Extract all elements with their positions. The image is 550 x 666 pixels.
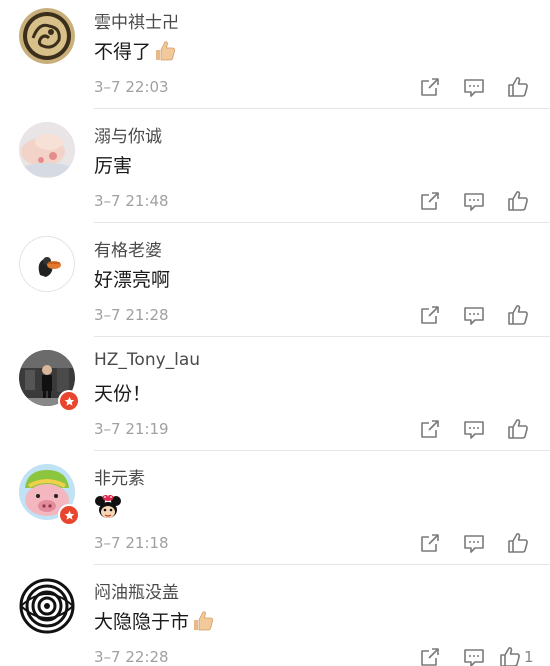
avatar[interactable] [19,236,75,292]
thumbs-up-icon [508,419,528,439]
commenter-name[interactable]: 闷油瓶没盖 [94,578,179,603]
comment-button[interactable] [462,303,486,327]
minnie-mouse-sticker-icon [95,494,121,518]
commenter-name[interactable]: 有格老婆 [94,236,162,261]
commenter-name[interactable]: 雲中祺士卍 [94,8,179,33]
comment-button[interactable] [462,531,486,555]
share-icon [421,192,439,210]
share-icon [421,420,439,438]
share-button[interactable] [418,531,442,555]
verified-badge [58,390,80,412]
thumbs-up-icon [508,305,528,325]
comment-time: 3–7 21:28 [94,306,169,324]
like-button[interactable] [506,531,530,555]
comment-text-value: 天份！ [94,383,152,405]
comment-button[interactable] [462,645,486,666]
comment-button[interactable] [462,75,486,99]
share-icon [421,648,439,666]
comment-text-value: 不得了 [94,41,152,63]
share-icon [421,534,439,552]
like-button[interactable] [506,303,530,327]
comment-text-value: 好漂亮啊 [94,269,171,291]
comment-item: 溺与你诚 厉害 3–7 21:48 [0,114,550,228]
share-button[interactable] [418,417,442,441]
comment-text: 天份！ [94,379,151,406]
like-button[interactable] [506,417,530,441]
comment-time: 3–7 21:19 [94,420,169,438]
share-icon [421,78,439,96]
avatar[interactable] [19,8,75,64]
comment-item: 雲中祺士卍 不得了 3–7 22:03 [0,0,550,114]
avatar[interactable] [19,122,75,178]
commenter-name[interactable]: 非元素 [94,464,145,489]
star-icon [64,396,74,406]
comment-icon [464,649,484,666]
share-icon [421,306,439,324]
divider [94,222,550,223]
comment-text [94,493,122,521]
share-button[interactable] [418,189,442,213]
like-button[interactable] [506,189,530,213]
comment-item: 闷油瓶没盖 大隐隐于市 3–7 22:28 1 [0,570,550,666]
thumbs-up-icon [508,77,528,97]
like-button[interactable] [498,645,522,666]
share-button[interactable] [418,645,442,666]
share-button[interactable] [418,75,442,99]
comment-text: 厉害 [94,151,132,178]
comment-icon [464,535,484,553]
comment-text: 大隐隐于市 [94,607,215,634]
share-button[interactable] [418,303,442,327]
like-count: 1 [524,648,534,666]
comment-text: 好漂亮啊 [94,265,170,292]
like-button[interactable] [506,75,530,99]
comment-button[interactable] [462,189,486,213]
comment-time: 3–7 21:48 [94,192,169,210]
divider [94,564,550,565]
divider [94,450,550,451]
comment-text-value: 厉害 [94,155,133,177]
thumbs-up-emoji-icon [194,610,214,630]
comment-button[interactable] [462,417,486,441]
avatar[interactable] [19,578,75,634]
commenter-name[interactable]: HZ_Tony_lau [94,350,200,370]
comment-text-value: 大隐隐于市 [94,611,190,633]
comment-time: 3–7 22:03 [94,78,169,96]
thumbs-up-icon [508,191,528,211]
comment-time: 3–7 21:18 [94,534,169,552]
comment-list: 雲中祺士卍 不得了 3–7 22:03 溺与你诚 厉害 3–7 21:48 有格… [0,0,550,666]
comment-icon [464,307,484,325]
comment-icon [464,421,484,439]
comment-text: 不得了 [94,37,177,64]
divider [94,336,550,337]
comment-item: 非元素 3–7 21:18 [0,456,550,570]
thumbs-up-icon [508,533,528,553]
comment-icon [464,193,484,211]
verified-badge [58,504,80,526]
comment-time: 3–7 22:28 [94,648,169,666]
comment-item: HZ_Tony_lau 天份！ 3–7 21:19 [0,342,550,456]
commenter-name[interactable]: 溺与你诚 [94,122,162,147]
divider [94,108,550,109]
thumbs-up-icon [500,647,520,666]
star-icon [64,510,74,520]
thumbs-up-emoji-icon [156,40,176,60]
comment-icon [464,79,484,97]
comment-item: 有格老婆 好漂亮啊 3–7 21:28 [0,228,550,342]
